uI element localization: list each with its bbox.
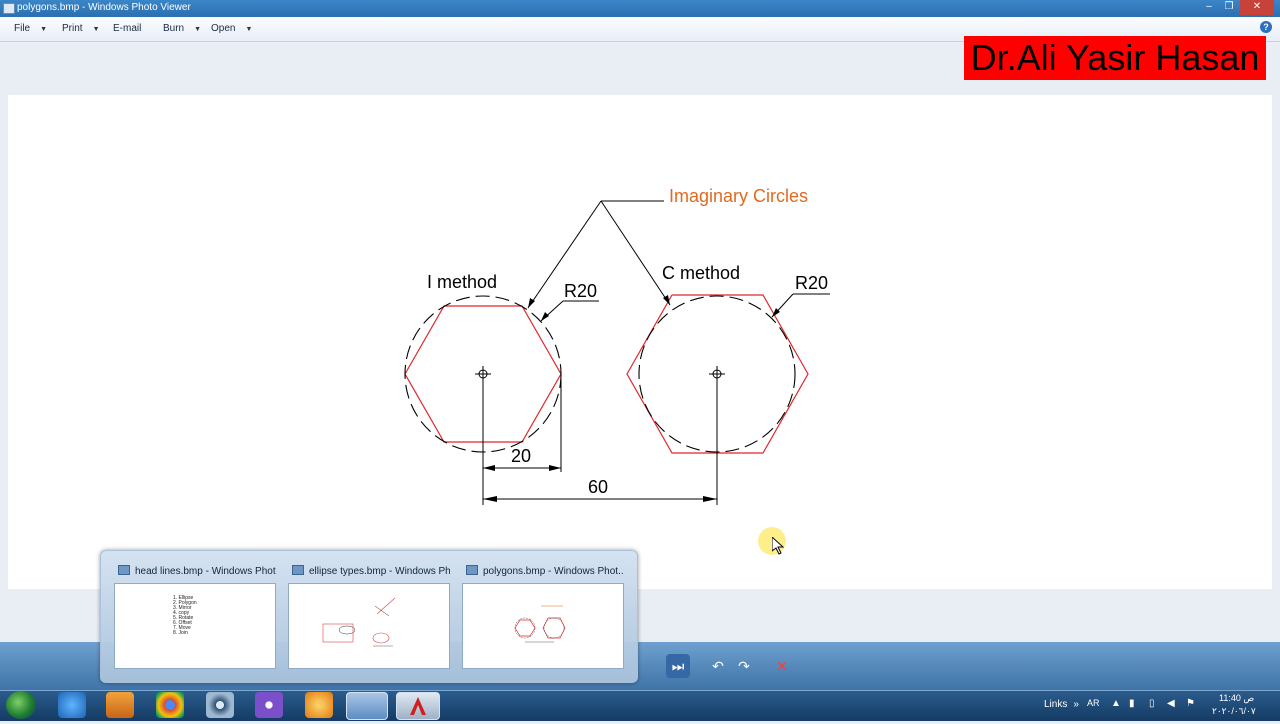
thumbnail-title-text: ellipse types.bmp - Windows Ph... (309, 566, 450, 577)
thumbnail-polygons[interactable]: polygons.bmp - Windows Phot... (462, 565, 624, 669)
action-center-flag-icon[interactable]: ⚑ (1186, 698, 1195, 709)
clock-time[interactable]: 11:40 ص (1219, 693, 1254, 704)
help-icon[interactable]: ? (1260, 21, 1272, 33)
window-title: polygons.bmp - Windows Photo Viewer (17, 2, 191, 13)
maximize-button[interactable]: ❐ (1218, 0, 1240, 15)
callout-label: Imaginary Circles (669, 186, 808, 206)
next-button[interactable]: ⏭ (666, 654, 690, 678)
start-button[interactable] (6, 691, 36, 719)
menu-burn-label: Burn (163, 23, 185, 34)
left-method-label: I method (427, 272, 497, 292)
autocad-a-icon (410, 697, 426, 715)
taskbar-thumbnail-preview: head lines.bmp - Windows Phot... 1. Elli… (100, 550, 638, 683)
volume-icon[interactable]: ◀ (1167, 698, 1175, 709)
polygon-drawing: Imaginary Circles I method C method R20 … (404, 186, 830, 505)
power-icon[interactable]: ▯ (1149, 698, 1155, 709)
thumbnail-ellipse-types[interactable]: ellipse types.bmp - Windows Ph... (288, 565, 450, 669)
menu-file-label: File (14, 23, 31, 34)
thumbnail-polygons-drawing (514, 605, 566, 643)
viewer-controls: ⏭ ↶ ↷ ✕ (630, 654, 800, 682)
dim60-arrow-left (483, 496, 497, 502)
rotate-left-button[interactable]: ↶ (706, 654, 730, 678)
rotate-right-button[interactable]: ↷ (732, 654, 756, 678)
photo-viewer-taskbar-icon[interactable] (346, 692, 388, 720)
thumbnail-title-text: head lines.bmp - Windows Phot... (135, 566, 276, 577)
chevron-down-icon: ▼ (245, 26, 253, 33)
image-viewer: Imaginary Circles I method C method R20 … (8, 95, 1272, 589)
list-item: 8. Join (173, 630, 188, 636)
show-hidden-icons-icon[interactable]: ▲ (1111, 698, 1121, 709)
language-indicator[interactable]: AR (1087, 698, 1100, 708)
menu-print[interactable]: Print ▼ (62, 23, 100, 34)
menu-file[interactable]: File ▼ (14, 23, 47, 34)
close-button[interactable]: ✕ (1240, 0, 1274, 15)
photo-viewer-icon (292, 565, 304, 575)
chevron-down-icon: ▼ (194, 26, 202, 33)
internet-explorer-icon[interactable] (58, 692, 86, 718)
dim20-arrow-left (483, 465, 495, 471)
author-label: Dr.Ali Yasir Hasan (964, 36, 1266, 80)
menu-open-label: Open (211, 23, 236, 34)
menu-burn[interactable]: Burn ▼ (163, 23, 201, 34)
dim60-arrow-right (703, 496, 717, 502)
autocad-taskbar-icon[interactable] (396, 692, 440, 720)
minimize-button[interactable]: – (1198, 0, 1220, 15)
thumbnail-title: ellipse types.bmp - Windows Ph... (288, 565, 450, 581)
dimension-60-label: 60 (588, 477, 608, 497)
thumbnail-image: 1. Ellipse 2. Polygon 3. Mirror 4. copy … (114, 583, 276, 669)
menu-print-label: Print (62, 23, 83, 34)
right-method-label: C method (662, 263, 740, 283)
thumbnail-title: polygons.bmp - Windows Phot... (462, 565, 624, 581)
delete-button[interactable]: ✕ (770, 654, 794, 678)
callout-leader-right (600, 200, 671, 306)
photo-viewer-icon (118, 565, 130, 575)
thumbnail-title: head lines.bmp - Windows Phot... (114, 565, 276, 581)
chevron-down-icon: ▼ (92, 26, 100, 33)
chevron-down-icon: ▼ (40, 26, 48, 33)
radius-arrow-left (541, 312, 549, 321)
right-radius-label: R20 (795, 273, 828, 293)
left-radius-label: R20 (564, 281, 597, 301)
menu-open[interactable]: Open ▼ (211, 23, 252, 34)
title-bar[interactable]: polygons.bmp - Windows Photo Viewer – ❐ … (0, 0, 1280, 17)
network-icon[interactable]: ▮ (1129, 698, 1135, 709)
viber-icon[interactable] (255, 692, 283, 718)
browser-icon[interactable] (305, 692, 333, 718)
photo-viewer-icon (3, 3, 15, 14)
media-player-icon[interactable] (106, 692, 134, 718)
mouse-cursor-icon (772, 537, 784, 555)
menu-email-label: E-mail (113, 23, 142, 34)
thumbnail-image (288, 583, 450, 669)
photo-viewer-icon (466, 565, 478, 575)
thumbnail-list: 1. Ellipse 2. Polygon 3. Mirror 4. copy … (173, 596, 197, 636)
thumbnail-ellipse-drawing (322, 597, 396, 647)
menu-email[interactable]: E-mail (113, 23, 141, 34)
links-label: Links (1044, 699, 1068, 710)
links-toolbar[interactable]: Links » (1044, 699, 1079, 710)
clock-date[interactable]: ٢٠٢٠/٠٦/٠٧ (1212, 706, 1256, 717)
webcam-icon[interactable] (206, 692, 234, 718)
thumbnail-title-text: polygons.bmp - Windows Phot... (483, 566, 624, 577)
chrome-icon[interactable] (156, 692, 184, 718)
thumbnail-head-lines[interactable]: head lines.bmp - Windows Phot... 1. Elli… (114, 565, 276, 669)
thumbnail-image (462, 583, 624, 669)
dim20-arrow-right (549, 465, 561, 471)
dimension-20-label: 20 (511, 446, 531, 466)
links-chevron-icon: » (1073, 699, 1079, 710)
